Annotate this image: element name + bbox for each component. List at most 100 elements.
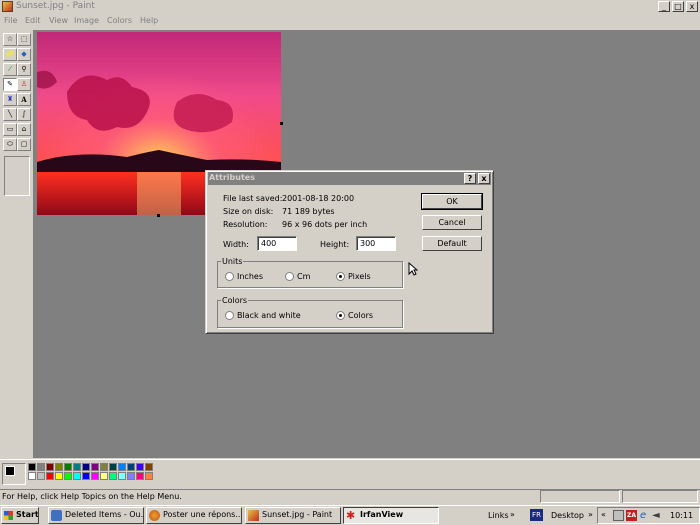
language-indicator[interactable]: FR [530, 509, 543, 521]
tray-ie-icon[interactable]: e [640, 510, 650, 521]
default-button[interactable]: Default [422, 236, 482, 251]
foreground-color[interactable] [5, 466, 15, 476]
tray-network-icon[interactable] [613, 510, 624, 521]
taskbar-button-paint[interactable]: Sunset.jpg - Paint [245, 507, 341, 524]
colors-bw-radio[interactable] [225, 311, 234, 320]
desktop-toolbar[interactable]: Desktop [551, 511, 584, 520]
ok-button[interactable]: OK [421, 193, 483, 210]
tray-volume-icon[interactable]: ◄ [652, 510, 663, 521]
palette-swatch[interactable] [100, 463, 108, 471]
outlook-icon [51, 510, 62, 521]
dialog-help-button[interactable]: ? [464, 173, 476, 184]
tray-expand-icon[interactable]: « [601, 510, 606, 519]
height-input[interactable]: 300 [356, 236, 396, 251]
links-chevron-icon[interactable]: » [510, 510, 515, 519]
start-button[interactable]: Start [1, 507, 39, 524]
eraser-tool[interactable] [3, 48, 17, 61]
free-select-tool[interactable]: ☆ [3, 33, 17, 46]
start-label: Start [16, 510, 39, 519]
menu-colors[interactable]: Colors [107, 16, 132, 25]
palette-swatch[interactable] [64, 472, 72, 480]
pencil-tool[interactable]: ✎ [3, 78, 17, 91]
menu-view[interactable]: View [49, 16, 68, 25]
line-tool[interactable]: ╲ [3, 108, 17, 121]
links-toolbar[interactable]: Links [488, 511, 509, 520]
palette-swatch[interactable] [91, 463, 99, 471]
palette-swatch[interactable] [127, 463, 135, 471]
palette-swatch[interactable] [37, 472, 45, 480]
menu-image[interactable]: Image [74, 16, 99, 25]
palette-swatch[interactable] [145, 463, 153, 471]
width-label: Width: [223, 240, 249, 249]
colors-color-radio[interactable] [336, 311, 345, 320]
palette-swatch[interactable] [100, 472, 108, 480]
magnifier-tool[interactable]: ⚲ [17, 63, 31, 76]
units-pixels-radio[interactable] [336, 272, 345, 281]
eyedropper-tool[interactable]: ⁄ [3, 63, 17, 76]
palette-swatch[interactable] [46, 472, 54, 480]
resize-handle-bottom[interactable] [157, 214, 160, 217]
brush-tool[interactable]: ♙ [17, 78, 31, 91]
palette-swatch[interactable] [55, 463, 63, 471]
colors-bw-label[interactable]: Black and white [237, 311, 301, 320]
colors-color-label[interactable]: Colors [348, 311, 373, 320]
rounded-rect-tool[interactable]: ▢ [17, 138, 31, 151]
fill-tool[interactable]: ◆ [17, 48, 31, 61]
units-inches-radio[interactable] [225, 272, 234, 281]
file-last-saved-label: File last saved: [223, 194, 283, 203]
clock[interactable]: 10:11 [670, 511, 693, 520]
palette-swatch[interactable] [136, 463, 144, 471]
palette-swatch[interactable] [109, 463, 117, 471]
palette-swatch[interactable] [73, 472, 81, 480]
palette-swatch[interactable] [145, 472, 153, 480]
palette-swatch[interactable] [136, 472, 144, 480]
palette-swatch[interactable] [82, 463, 90, 471]
palette-swatch[interactable] [37, 463, 45, 471]
palette-swatch[interactable] [64, 463, 72, 471]
size-on-disk-value: 71 189 bytes [282, 207, 335, 216]
text-tool[interactable]: A [17, 93, 31, 106]
polygon-tool[interactable]: ⌂ [17, 123, 31, 136]
resize-handle-right[interactable] [280, 122, 283, 125]
rectangle-tool[interactable]: ▭ [3, 123, 17, 136]
close-button[interactable]: x [686, 1, 698, 12]
units-cm-radio[interactable] [285, 272, 294, 281]
menu-help[interactable]: Help [140, 16, 158, 25]
menu-file[interactable]: File [4, 16, 17, 25]
dialog-close-button[interactable]: x [478, 173, 490, 184]
width-input[interactable]: 400 [257, 236, 297, 251]
taskbar-button-outlook[interactable]: Deleted Items - Ou... [48, 507, 144, 524]
palette-swatch[interactable] [46, 463, 54, 471]
paint-app-icon[interactable] [2, 1, 13, 12]
cancel-button[interactable]: Cancel [422, 215, 482, 230]
palette-swatch[interactable] [127, 472, 135, 480]
palette-swatch[interactable] [28, 463, 36, 471]
units-cm-label[interactable]: Cm [297, 272, 310, 281]
curve-tool[interactable]: ∫ [17, 108, 31, 121]
minimize-button[interactable]: _ [658, 1, 670, 12]
tool-options-box[interactable] [4, 156, 30, 196]
palette-swatch[interactable] [118, 472, 126, 480]
taskbar-button-browser[interactable]: Poster une répons... [146, 507, 242, 524]
tray-zonealarm-icon[interactable]: ZA [626, 510, 637, 521]
palette-swatch[interactable] [82, 472, 90, 480]
airbrush-tool[interactable]: ♜ [3, 93, 17, 106]
rect-select-tool[interactable]: ⬚ [17, 33, 31, 46]
mouse-cursor-icon [408, 262, 418, 276]
units-inches-label[interactable]: Inches [237, 272, 263, 281]
palette-swatch[interactable] [91, 472, 99, 480]
current-colors[interactable] [2, 463, 26, 485]
taskbar-button-irfanview[interactable]: ✱ IrfanView [343, 507, 439, 524]
palette-swatch[interactable] [55, 472, 63, 480]
palette-swatch[interactable] [73, 463, 81, 471]
units-pixels-label[interactable]: Pixels [348, 272, 371, 281]
palette-swatch[interactable] [28, 472, 36, 480]
status-help-text: For Help, click Help Topics on the Help … [2, 492, 182, 501]
palette-swatch[interactable] [109, 472, 117, 480]
paint-icon [248, 510, 259, 521]
maximize-button[interactable]: □ [672, 1, 684, 12]
palette-swatch[interactable] [118, 463, 126, 471]
desktop-chevron-icon[interactable]: » [588, 510, 593, 519]
menu-edit[interactable]: Edit [25, 16, 41, 25]
ellipse-tool[interactable]: ⬭ [3, 138, 17, 151]
